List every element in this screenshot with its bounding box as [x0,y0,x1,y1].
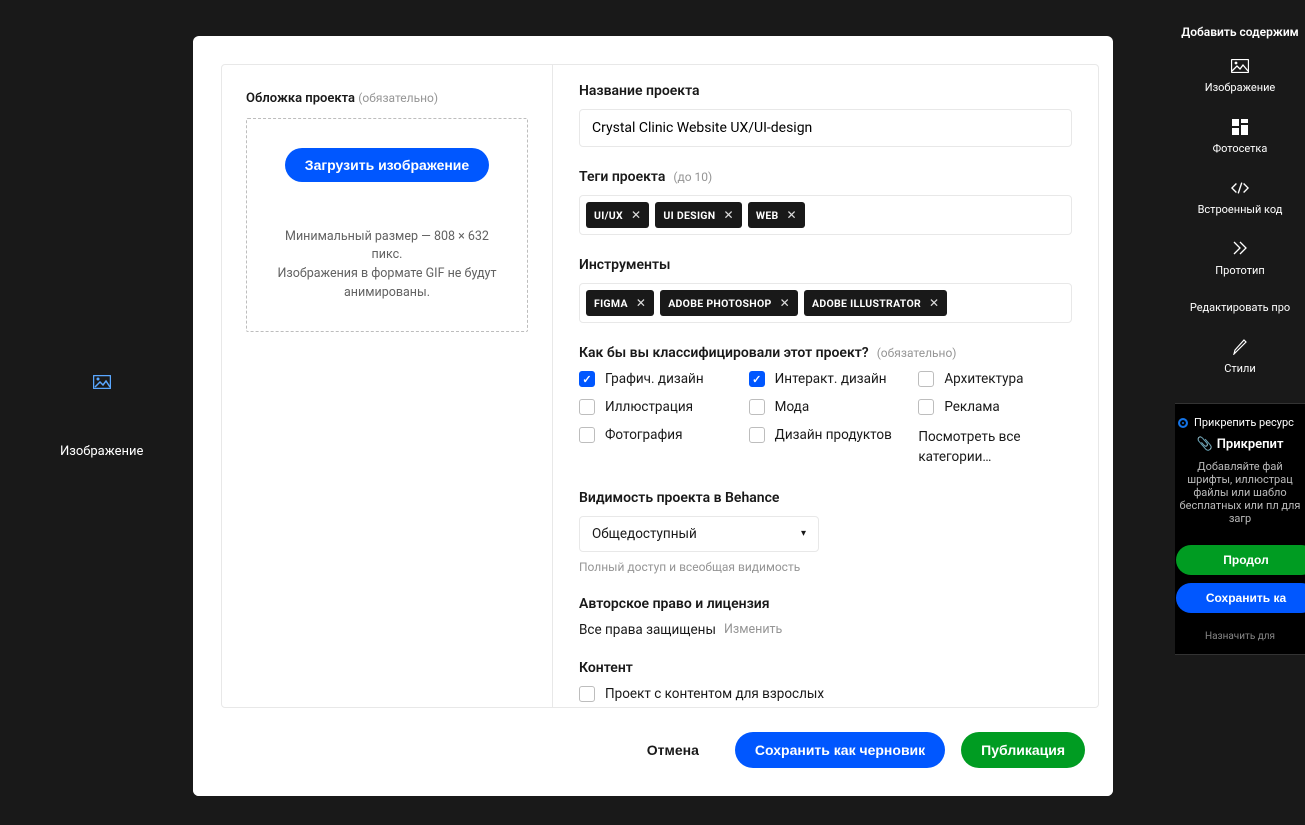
remove-tool-icon[interactable]: ✕ [780,296,790,310]
image-icon [1231,57,1249,75]
checkbox-icon [918,371,934,387]
remove-tag-icon[interactable]: ✕ [787,208,797,222]
category-interaction-design[interactable]: Интеракт. дизайн [749,371,903,387]
bg-tool-photogrid[interactable]: Фотосетка [1213,118,1268,155]
visibility-value: Общедоступный [592,526,697,542]
section-visibility: Видимость проекта в Behance Общедоступны… [579,490,1072,574]
paperclip-icon: 📎 [1197,437,1213,452]
cancel-button[interactable]: Отмена [627,732,719,768]
visibility-select[interactable]: Общедоступный ▾ [579,516,819,552]
tools-label: Инструменты [579,257,1072,273]
save-draft-button[interactable]: Сохранить как черновик [735,732,945,768]
bg-tool-label: Встроенный код [1198,203,1283,216]
section-license: Авторское право и лицензия Все права защ… [579,596,1072,638]
tool-chip: FIGMA✕ [586,290,654,316]
content-label: Контент [579,660,1072,676]
cover-heading: Обложка проекта (обязательно) [246,91,528,106]
bg-tool-label: Изображение [1205,81,1276,94]
visibility-hint: Полный доступ и всеобщая видимость [579,560,1072,574]
attach-desc: Добавляйте фай шрифты, иллюстрац файлы и… [1176,460,1304,525]
bg-tool-prototype[interactable]: Прототип [1215,240,1264,277]
category-photography[interactable]: Фотография [579,427,733,443]
modal-footer: Отмена Сохранить как черновик Публикация [193,714,1113,796]
checkbox-icon [579,371,595,387]
bg-left-image-tool: Изображение [60,375,143,459]
section-tools: Инструменты FIGMA✕ ADOBE PHOTOSHOP✕ ADOB… [579,257,1072,323]
required-hint: (обязательно) [358,91,438,105]
cover-dropzone[interactable]: Загрузить изображение Минимальный размер… [246,118,528,332]
caret-down-icon: ▾ [801,528,806,539]
picture-icon [93,375,111,389]
section-tags: Теги проекта (до 10) UI/UX✕ UI DESIGN✕ W… [579,169,1072,235]
upload-image-button[interactable]: Загрузить изображение [285,148,489,182]
photogrid-icon [1231,118,1249,136]
bg-left-label: Изображение [60,444,143,459]
details-pane: Название проекта Теги проекта (до 10) UI… [553,64,1099,708]
bg-tool-label: Фотосетка [1213,142,1268,155]
bg-attach-panel: Прикрепить ресурс 📎 Прикрепит Добавляйте… [1175,403,1305,655]
category-product-design[interactable]: Дизайн продуктов [749,427,903,443]
checkbox-icon [749,427,765,443]
remove-tool-icon[interactable]: ✕ [929,296,939,310]
adult-content-checkbox[interactable]: Проект с контентом для взрослых [579,686,1072,702]
tags-input[interactable]: UI/UX✕ UI DESIGN✕ WEB✕ [579,195,1072,235]
bg-tool-embed[interactable]: Встроенный код [1198,179,1283,216]
see-all-categories-link[interactable]: Посмотреть все категории… [918,427,1072,468]
embed-icon [1231,179,1249,197]
bg-tool-styles[interactable]: Стили [1224,338,1256,375]
attach-radio-label: Прикрепить ресурс [1194,416,1294,429]
license-change-link[interactable]: Изменить [724,622,782,637]
name-label: Название проекта [579,83,1072,99]
remove-tool-icon[interactable]: ✕ [636,296,646,310]
bg-save-draft-button[interactable]: Сохранить ка [1176,583,1305,613]
publish-button[interactable]: Публикация [961,732,1085,768]
add-content-heading: Добавить содержим [1181,25,1298,57]
section-name: Название проекта [579,83,1072,147]
license-value: Все права защищены [579,622,716,638]
remove-tag-icon[interactable]: ✕ [723,208,733,222]
section-classify: Как бы вы классифицировали этот проект? … [579,345,1072,468]
attach-heading: 📎 Прикрепит [1176,437,1304,452]
styles-icon [1231,338,1249,356]
bg-right-sidebar: Добавить содержим Изображение Фотосетка … [1175,0,1305,825]
bg-tool-label: Стили [1224,362,1256,375]
section-content: Контент Проект с контентом для взрослых [579,660,1072,702]
tag-chip: WEB✕ [748,202,805,228]
checkbox-icon [918,399,934,415]
tags-label: Теги проекта (до 10) [579,169,1072,185]
tool-chip: ADOBE ILLUSTRATOR✕ [804,290,947,316]
checkbox-icon [749,399,765,415]
checkbox-icon [579,427,595,443]
visibility-label: Видимость проекта в Behance [579,490,1072,506]
prototype-icon [1231,240,1249,258]
license-label: Авторское право и лицензия [579,596,1072,612]
category-illustration[interactable]: Иллюстрация [579,399,733,415]
project-name-input[interactable] [579,109,1072,147]
category-fashion[interactable]: Мода [749,399,903,415]
dropzone-hint: Минимальный размер — 808 × 632 пикс. Изо… [271,228,503,303]
category-graphic-design[interactable]: Графич. дизайн [579,371,733,387]
bg-tool-label: Редактировать про [1190,301,1290,314]
bg-tool-label: Прототип [1215,264,1264,277]
radio-icon [1178,418,1188,428]
checkbox-icon [749,371,765,387]
checkbox-icon [579,686,595,702]
category-architecture[interactable]: Архитектура [918,371,1072,387]
tools-input[interactable]: FIGMA✕ ADOBE PHOTOSHOP✕ ADOBE ILLUSTRATO… [579,283,1072,323]
bg-tool-image[interactable]: Изображение [1205,57,1276,94]
bg-continue-button[interactable]: Продол [1176,545,1305,575]
tag-chip: UI/UX✕ [586,202,649,228]
bg-footer-text: Назначить для [1176,631,1304,642]
remove-tag-icon[interactable]: ✕ [631,208,641,222]
tag-chip: UI DESIGN✕ [655,202,742,228]
checkbox-icon [579,399,595,415]
tool-chip: ADOBE PHOTOSHOP✕ [660,290,798,316]
category-advertising[interactable]: Реклама [918,399,1072,415]
attach-radio-row[interactable]: Прикрепить ресурс [1176,416,1304,429]
publish-modal: Обложка проекта (обязательно) Загрузить … [193,36,1113,796]
classify-label: Как бы вы классифицировали этот проект? … [579,345,1072,361]
cover-pane: Обложка проекта (обязательно) Загрузить … [221,64,553,708]
bg-tool-edit[interactable]: Редактировать про [1190,301,1290,314]
